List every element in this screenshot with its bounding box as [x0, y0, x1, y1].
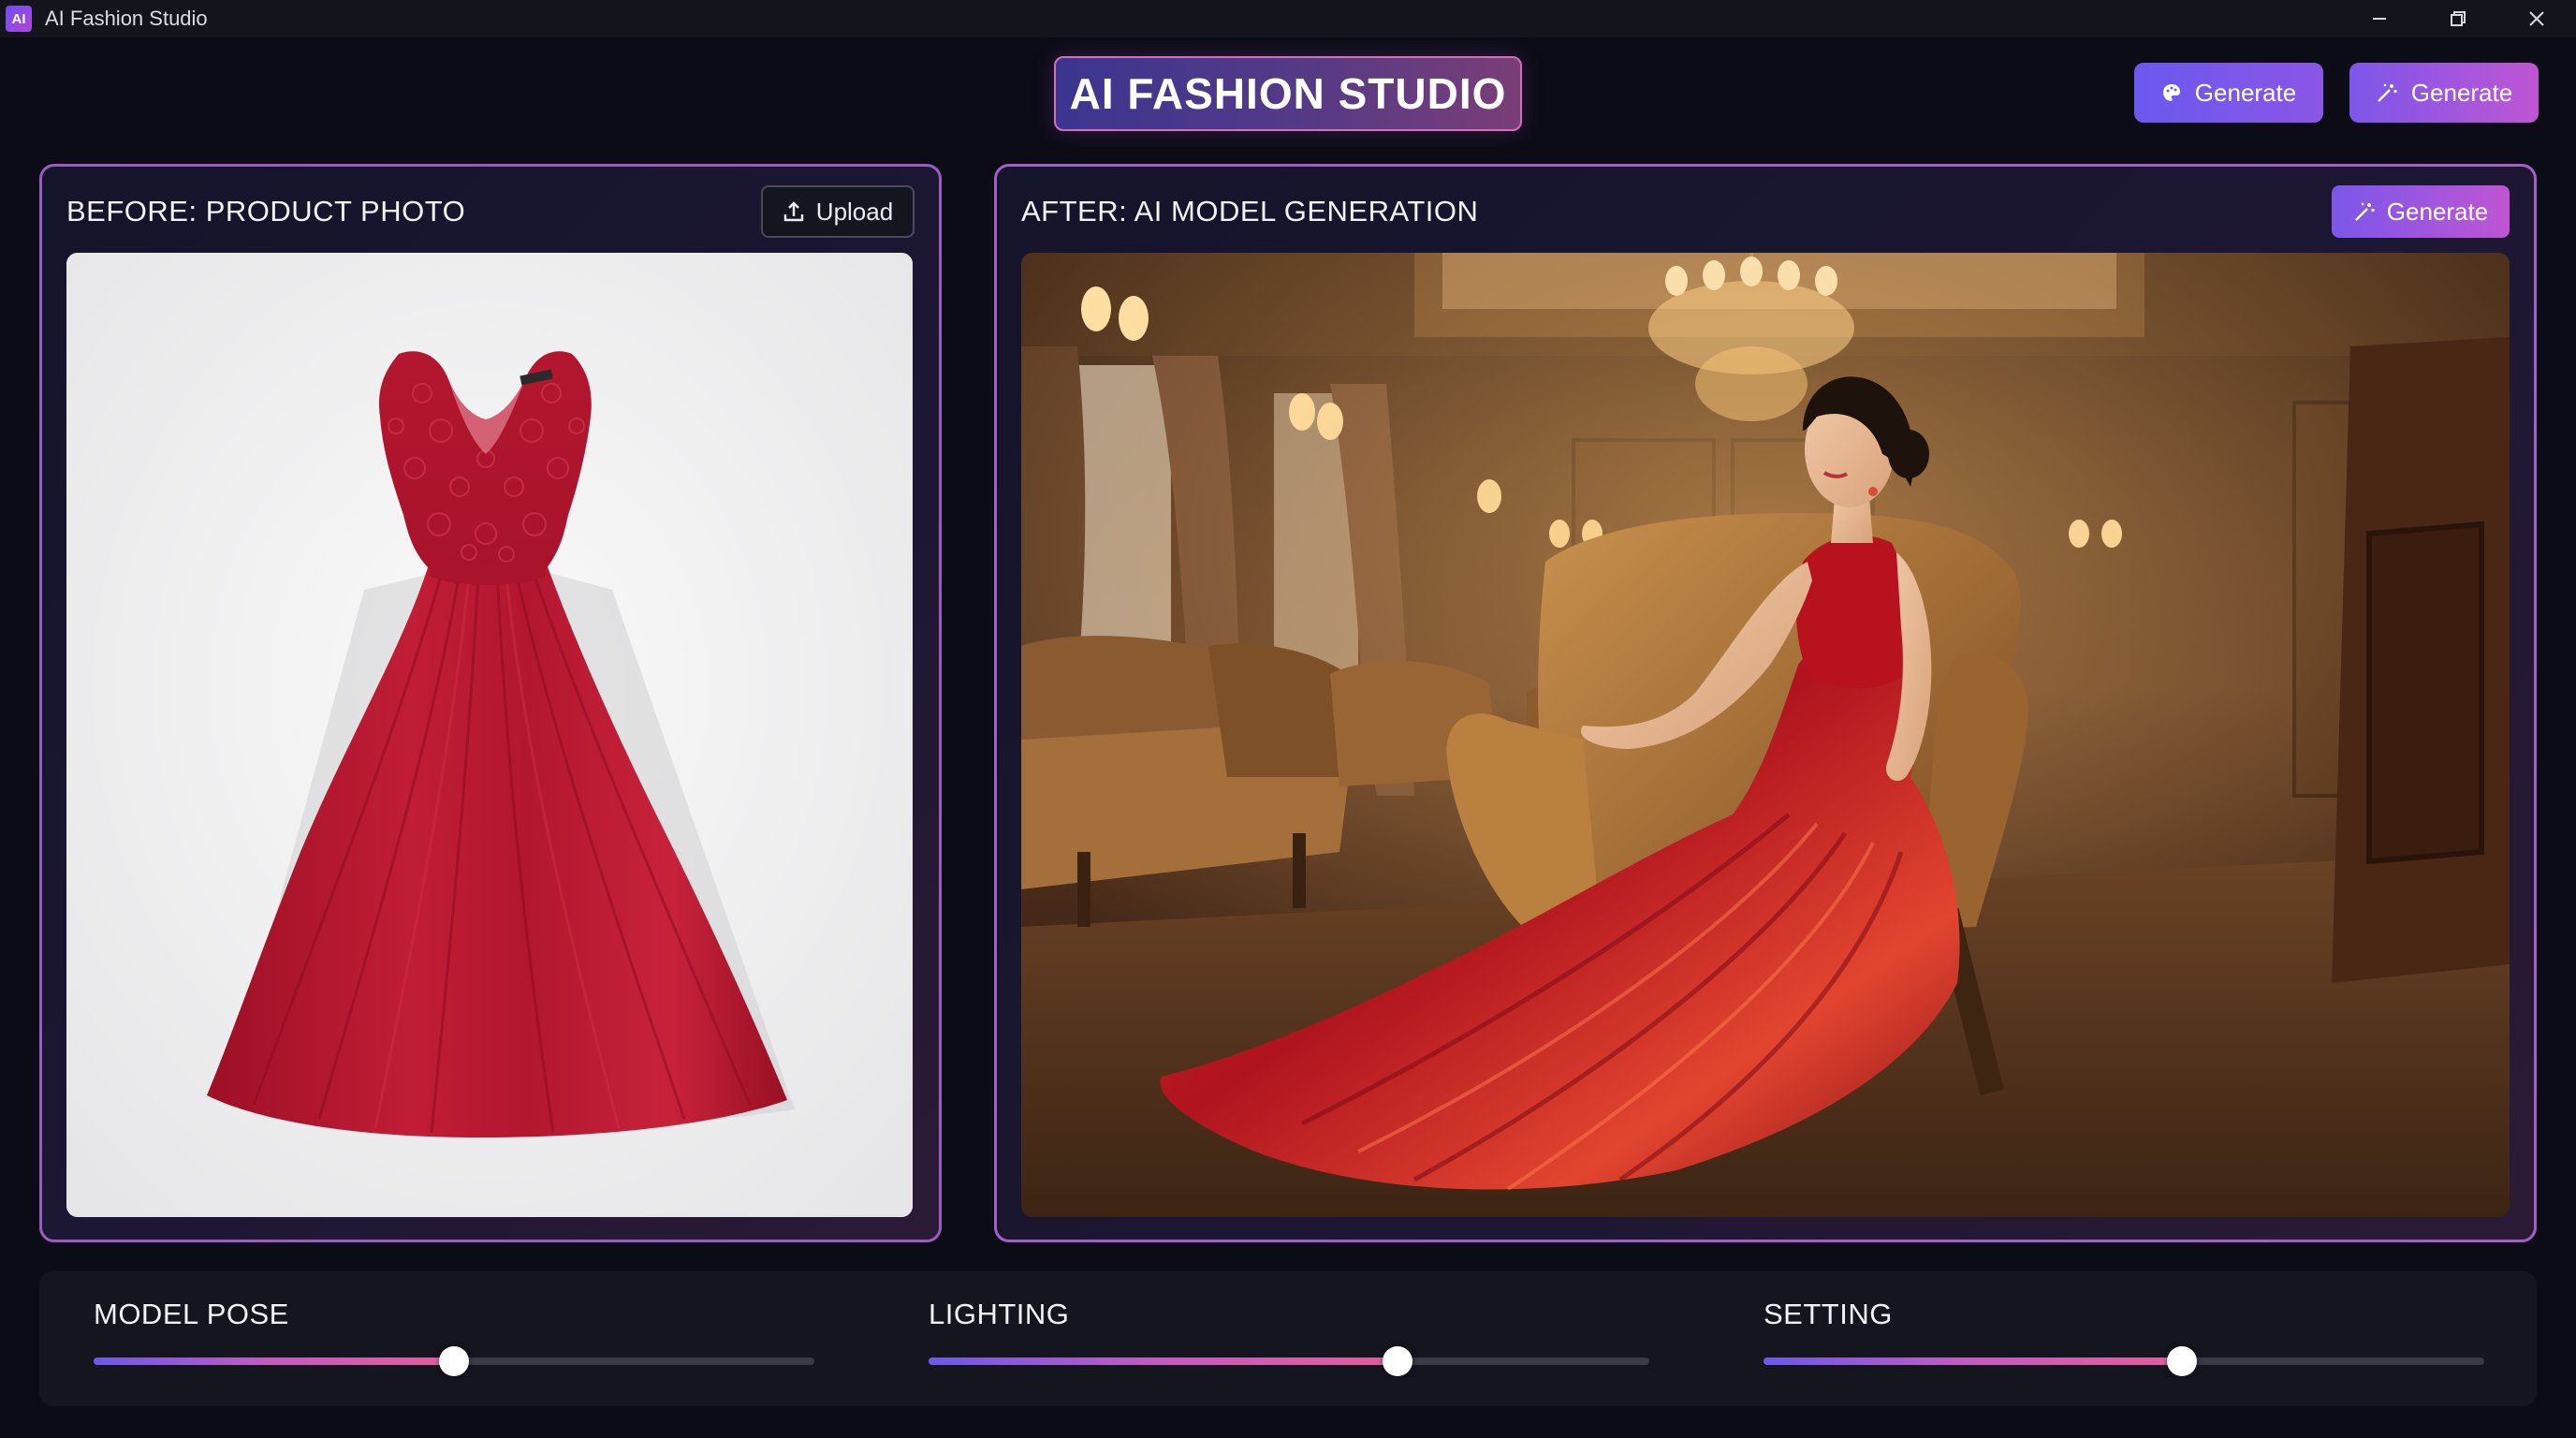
slider-fill	[929, 1357, 1398, 1365]
after-panel-title: AFTER: AI MODEL GENERATION	[1021, 195, 1479, 227]
slider-fill	[94, 1357, 454, 1365]
setting-slider[interactable]	[1764, 1346, 2484, 1376]
generate-button-label: Generate	[2194, 78, 2297, 107]
lighting-slider[interactable]	[929, 1346, 1649, 1376]
dress-product-image	[66, 253, 913, 1217]
upload-button-label: Upload	[815, 197, 894, 226]
product-photo	[66, 253, 913, 1217]
before-panel-title: BEFORE: PRODUCT PHOTO	[66, 195, 466, 227]
setting-label: SETTING	[1764, 1298, 1893, 1330]
close-button[interactable]	[2497, 0, 2576, 37]
control-panel: MODEL POSE LIGHTING SETTING	[39, 1271, 2537, 1406]
generate-button-secondary[interactable]: Generate	[2349, 63, 2539, 123]
slider-thumb[interactable]	[2166, 1346, 2197, 1376]
magic-wand-icon	[2354, 202, 2375, 221]
upload-button[interactable]: Upload	[761, 185, 915, 238]
model-pose-slider[interactable]	[94, 1346, 814, 1376]
window-title: AI Fashion Studio	[45, 7, 208, 30]
generate-button-label: Generate	[2410, 78, 2513, 107]
panel-generate-label: Generate	[2386, 197, 2489, 226]
minimize-button[interactable]	[2340, 0, 2419, 37]
generated-model-image	[1021, 253, 2510, 1217]
slider-thumb[interactable]	[1382, 1346, 1412, 1376]
panel-generate-button[interactable]: Generate	[2332, 185, 2510, 238]
before-panel: BEFORE: PRODUCT PHOTO Upload	[39, 164, 942, 1242]
setting-control: SETTING	[1764, 1271, 2484, 1406]
upload-icon	[783, 201, 803, 222]
minimize-icon	[2373, 18, 2386, 20]
title-bar: AI AI Fashion Studio	[0, 0, 2576, 37]
app-logo: AI	[6, 6, 32, 32]
slider-thumb[interactable]	[439, 1346, 469, 1376]
lighting-control: LIGHTING	[929, 1271, 1649, 1406]
window-controls	[2340, 0, 2576, 37]
slider-fill	[1764, 1357, 2182, 1365]
close-icon	[2529, 11, 2544, 26]
restore-icon	[2451, 11, 2466, 26]
model-pose-label: MODEL POSE	[94, 1298, 289, 1330]
restore-button[interactable]	[2419, 0, 2497, 37]
model-pose-control: MODEL POSE	[94, 1271, 814, 1406]
after-panel: AFTER: AI MODEL GENERATION Generate	[994, 164, 2537, 1242]
lighting-label: LIGHTING	[929, 1298, 1070, 1330]
app-brand-title: AI FASHION STUDIO	[1054, 56, 1522, 131]
palette-icon	[2162, 84, 2180, 101]
generate-button-primary[interactable]: Generate	[2134, 63, 2323, 123]
magic-wand-icon	[2377, 83, 2397, 102]
generated-model-photo	[1021, 253, 2510, 1217]
